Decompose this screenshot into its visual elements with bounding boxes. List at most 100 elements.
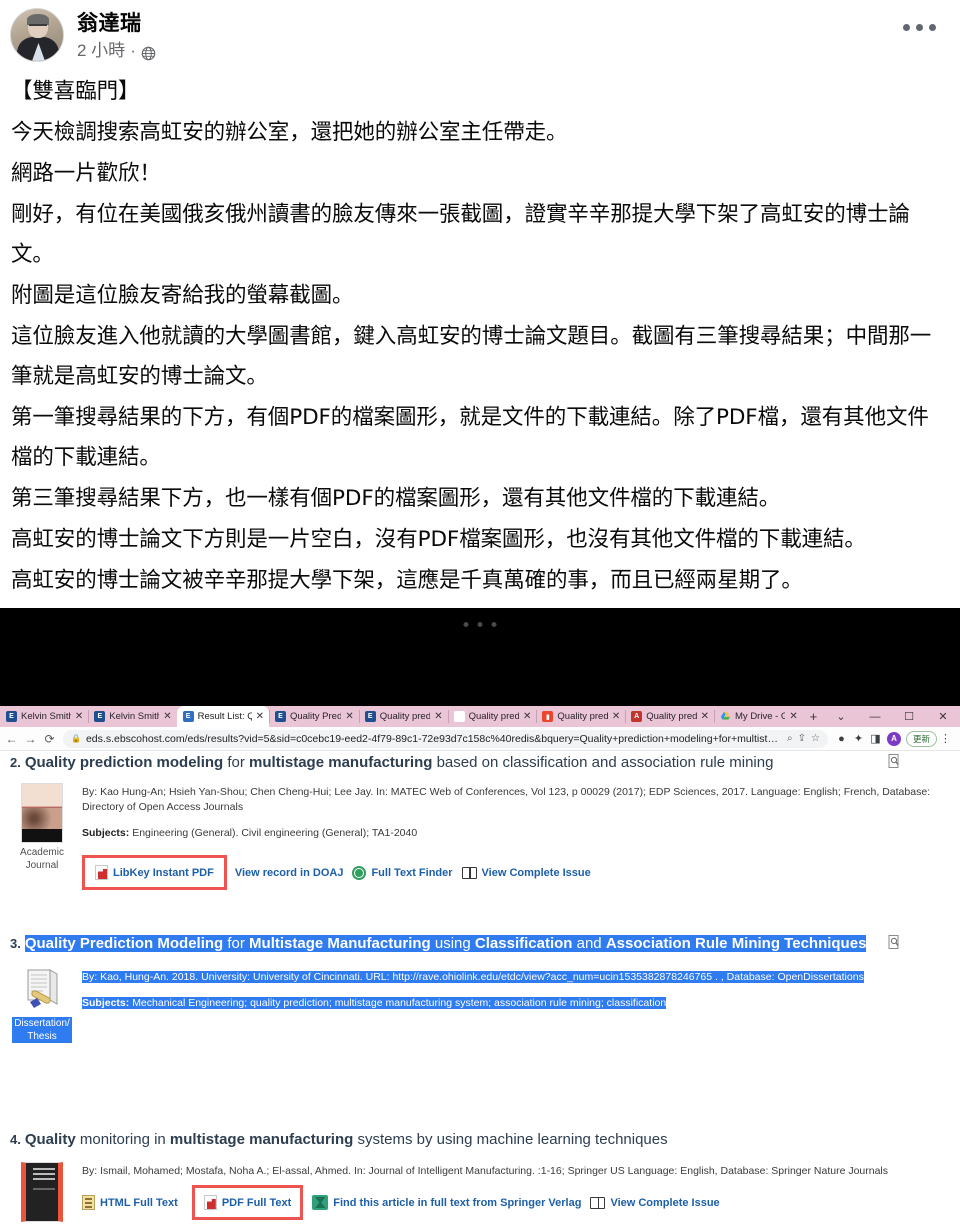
close-icon[interactable]: ✕ <box>163 711 171 722</box>
browser-tab[interactable]: ▮ Quality predi ✕ <box>536 706 625 727</box>
post-paragraph: 高虹安的博士論文被辛辛那提大學下架，這應是千真萬確的事，而且已經兩星期了。 <box>11 568 803 593</box>
close-icon[interactable]: ✕ <box>75 711 83 722</box>
pdf-icon <box>203 1195 217 1210</box>
avatar-glasses <box>29 24 47 29</box>
browser-tab-strip: E Kelvin Smith ✕ E Kelvin Smith ✕ E Resu… <box>0 706 960 727</box>
result-title[interactable]: Quality Prediction Modeling for Multista… <box>24 934 950 954</box>
close-icon[interactable]: ✕ <box>789 711 797 722</box>
pdf-icon <box>95 865 108 880</box>
result-title-part: multistage manufacturing <box>249 754 433 771</box>
close-icon[interactable]: ✕ <box>434 711 442 722</box>
result-title[interactable]: Quality prediction modeling for multista… <box>25 753 950 773</box>
html-full-text-link[interactable]: HTML Full Text <box>82 1195 192 1210</box>
maximize-button[interactable]: ☐ <box>892 710 926 723</box>
sidepanel-icon[interactable]: ◨ <box>867 730 884 748</box>
result-number: 3. <box>10 936 21 951</box>
close-icon[interactable]: ✕ <box>523 711 531 722</box>
browser-tab[interactable]: A Quality predi ✕ <box>625 706 714 727</box>
journal-cover-thumbnail[interactable] <box>21 1162 63 1222</box>
result-title[interactable]: Quality monitoring in multistage manufac… <box>25 1130 950 1150</box>
update-button[interactable]: 更新 <box>905 730 937 747</box>
close-icon[interactable]: ✕ <box>345 711 353 722</box>
forward-icon[interactable]: → <box>21 732 40 746</box>
result-body: Dissertation/Thesis By: Kao, Hung-An. 20… <box>10 968 950 1044</box>
view-complete-issue-link[interactable]: View Complete Issue <box>461 866 600 879</box>
close-icon[interactable]: ✕ <box>256 711 264 722</box>
avatar[interactable] <box>10 8 64 62</box>
close-icon[interactable]: ✕ <box>612 711 620 722</box>
browser-tab[interactable]: E Kelvin Smith ✕ <box>88 706 176 727</box>
more-options-icon[interactable] <box>903 24 936 31</box>
post-paragraph: 【雙喜臨門】 <box>11 79 140 104</box>
browser-tab[interactable]: E Kelvin Smith ✕ <box>0 706 88 727</box>
result-title-part: systems by using machine learning techni… <box>353 1131 668 1148</box>
result-body: Academic Journal By: Kao Hung-An; Hsieh Y… <box>10 783 950 890</box>
result-title-row[interactable]: 4. Quality monitoring in multistage manu… <box>10 1130 950 1150</box>
post-header: 翁達瑞 2 小時 · <box>0 0 960 66</box>
dot <box>929 24 936 31</box>
browser-tab[interactable]: O Quality predi ✕ <box>447 706 537 727</box>
tab-search-icon[interactable]: ⌄ <box>824 710 858 723</box>
close-window-button[interactable]: ✕ <box>926 710 960 723</box>
close-icon[interactable]: ✕ <box>701 711 709 722</box>
globe-icon[interactable] <box>141 44 156 60</box>
browser-tab[interactable]: E Quality Predi ✕ <box>268 706 359 727</box>
bookmark-star-icon[interactable]: ☆ <box>811 733 820 744</box>
new-tab-button[interactable]: + <box>803 706 824 727</box>
pdf-full-text-link[interactable]: PDF Full Text <box>191 1185 304 1220</box>
profile-globe-icon[interactable]: ● <box>833 730 850 748</box>
view-complete-issue-link[interactable]: View Complete Issue <box>590 1196 728 1209</box>
result-title-row[interactable]: 2. Quality prediction modeling for multi… <box>10 753 950 773</box>
result-title-row[interactable]: 3. Quality Prediction Modeling for Multi… <box>10 934 950 954</box>
result-detail: By: Kao Hung-An; Hsieh Yan-Shou; Chen Ch… <box>82 783 950 890</box>
result-thumbnail-column <box>10 1162 74 1222</box>
browser-menu-icon[interactable]: ⋮ <box>937 730 954 748</box>
journal-cover-thumbnail[interactable] <box>21 783 63 843</box>
drive-icon <box>720 711 731 722</box>
springer-fulltext-link[interactable]: Find this article in full text from Spri… <box>312 1195 590 1210</box>
preview-icon[interactable] <box>886 753 902 769</box>
red-doc-icon: ▮ <box>542 711 554 722</box>
ebsco-icon: E <box>364 711 376 722</box>
result-title-part: Quality Prediction Modeling <box>24 935 224 952</box>
post-timestamp[interactable]: 2 小時 <box>77 39 125 63</box>
browser-tab-active[interactable]: E Result List: Q ✕ <box>176 706 269 727</box>
result-title-part: Quality <box>24 1131 76 1148</box>
browser-tab[interactable]: My Drive - G ✕ <box>714 706 803 727</box>
result-body: By: Ismail, Mohamed; Mostafa, Noha A.; E… <box>10 1162 950 1222</box>
result-type-label: Academic Journal <box>20 847 64 871</box>
tab-label: Quality predi <box>646 711 697 722</box>
subjects-value: Mechanical Engineering; quality predicti… <box>132 997 667 1009</box>
browser-tab[interactable]: E Quality predi ✕ <box>358 706 448 727</box>
reload-icon[interactable]: ⟳ <box>40 732 59 746</box>
result-citation: By: Kao Hung-An; Hsieh Yan-Shou; Chen Ch… <box>82 786 931 813</box>
search-results-list: 2. Quality prediction modeling for multi… <box>0 751 960 1222</box>
link-label: LibKey Instant PDF <box>113 866 214 879</box>
result-type-label: Dissertation/Thesis <box>12 1017 72 1043</box>
extension-puzzle-icon[interactable]: ✦ <box>850 730 867 748</box>
post-body: 【雙喜臨門】 今天檢調搜索高虹安的辦公室，還把她的辦公室主任帶走。 網路一片歡欣… <box>0 66 960 642</box>
tab-label: Kelvin Smith <box>109 711 160 722</box>
link-label: PDF Full Text <box>221 1196 292 1209</box>
post-paragraph: 第三筆搜尋結果下方，也一樣有個PDF的檔案圖形，還有其他文件檔的下載連結。 <box>11 486 781 511</box>
search-icon[interactable]: ⌕ <box>787 733 793 744</box>
preview-icon[interactable] <box>886 934 902 950</box>
profile-avatar[interactable]: A <box>886 731 901 746</box>
image-loading-dots <box>463 622 497 627</box>
address-bar[interactable]: 🔒 eds.s.ebscohost.com/eds/results?vid=5&… <box>63 729 828 748</box>
subjects-value: Engineering (General). Civil engineering… <box>132 827 418 839</box>
view-record-doaj-link[interactable]: View record in DOAJ <box>235 867 353 879</box>
thesis-icon[interactable] <box>21 968 63 1014</box>
back-icon[interactable]: ← <box>2 732 21 746</box>
attached-image-letterbox <box>0 608 960 706</box>
minimize-button[interactable]: — <box>858 711 892 723</box>
share-icon[interactable]: ⇪ <box>798 733 806 744</box>
dot <box>903 24 910 31</box>
poster-name[interactable]: 翁達瑞 <box>77 11 156 37</box>
dot <box>491 622 497 627</box>
libkey-instant-pdf-link[interactable]: LibKey Instant PDF <box>82 855 227 890</box>
result-thumbnail-column: Dissertation/Thesis <box>10 968 74 1044</box>
result-title-part: Quality prediction modeling <box>24 754 224 771</box>
springer-icon <box>312 1195 329 1210</box>
full-text-finder-link[interactable]: Full Text Finder <box>352 865 461 880</box>
